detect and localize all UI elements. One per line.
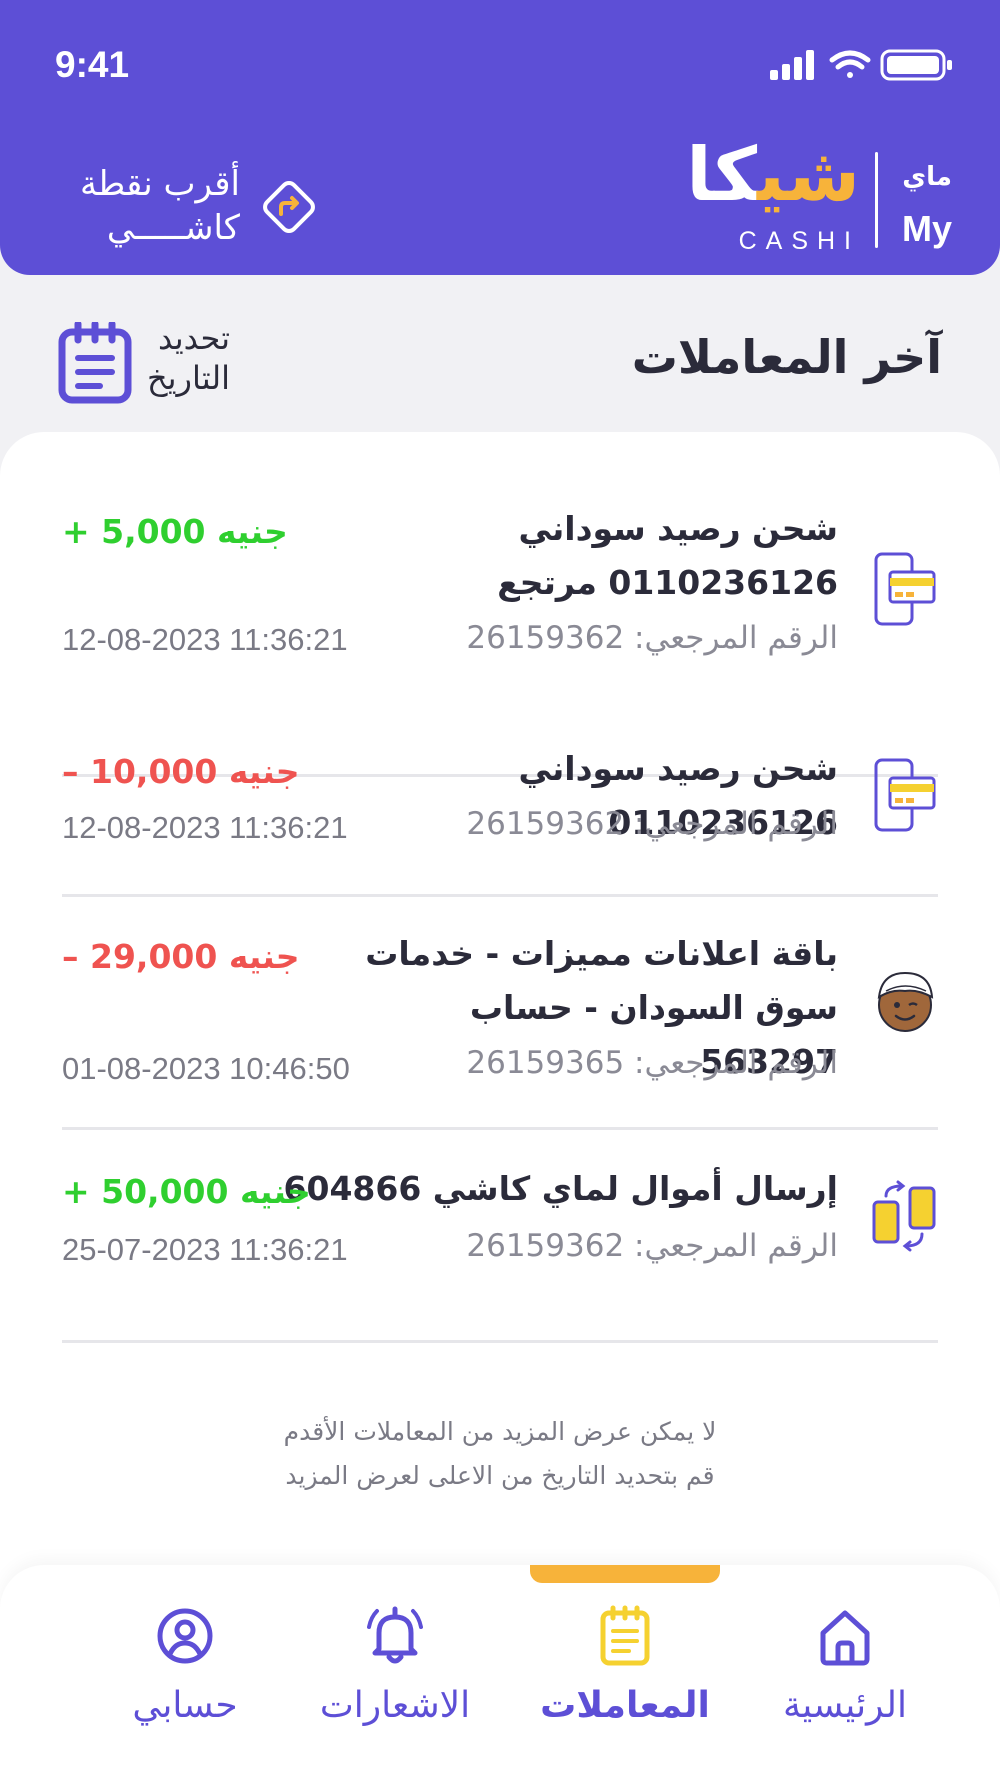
nav-label-home: الرئيسية [783,1685,907,1726]
brand-my-ar: ماي [902,162,952,192]
transaction-reference: الرقم المرجعي: 26159362 [466,806,838,842]
row-divider [62,1127,938,1130]
user-circle-icon [157,1608,213,1664]
nav-item-notifications[interactable]: الاشعارات [295,1605,495,1755]
notice-line-2: قم بتحديد التاريخ من الاعلى لعرض المزيد [285,1461,715,1490]
notice-line-1: لا يمكن عرض المزيد من المعاملات الأقدم [283,1417,717,1446]
transaction-description: شحن رصيد سوداني 0110236126 مرتجع [497,509,838,602]
active-tab-indicator [530,1565,720,1583]
nav-item-home[interactable]: الرئيسية [745,1605,945,1755]
transaction-amount: – 29,000 جنيه [62,937,300,976]
nearest-point-button[interactable]: أقرب نقطة كاشـــــي [60,162,320,252]
brand-cashi-ar-white: كا [686,132,758,218]
signal-icon [770,50,814,80]
mobile-card-icon [874,758,936,832]
transaction-datetime: 12-08-2023 11:36:21 [62,622,348,657]
brand-cashi-en: CASHI [738,227,860,255]
bell-icon [367,1606,423,1664]
battery-icon [880,49,952,81]
wifi-icon [829,50,871,78]
transaction-row[interactable]: إرسال أموال لماي كاشي 604866 + 50,000 جن… [62,1162,938,1343]
transaction-amount: – 10,000 جنيه [62,752,300,791]
transaction-datetime: 12-08-2023 11:36:21 [62,810,348,845]
transaction-description: إرسال أموال لماي كاشي 604866 [283,1169,838,1208]
no-more-notice: لا يمكن عرض المزيد من المعاملات الأقدم ق… [0,1410,1000,1498]
clipboard-icon [600,1605,650,1666]
row-divider [62,894,938,897]
brand-my-en: My [901,208,952,249]
mobile-card-icon [874,552,936,626]
transaction-datetime: 25-07-2023 11:36:21 [62,1232,348,1267]
bottom-nav: الرئيسية المعاملات الاشعارات حسابي [0,1565,1000,1778]
logo-divider [875,152,878,248]
nav-label-account: حسابي [132,1685,238,1726]
app-header: 9:41 ماي My شيكا CASHI أقرب نقطة كاشــــ… [0,0,1000,275]
brand-cashi-ar-yellow: شي [757,132,860,218]
phone-transfer-icon [872,1180,936,1252]
transaction-reference: الرقم المرجعي: 26159365 [466,1045,838,1081]
transaction-row[interactable]: شحن رصيد سوداني 0110236126 مرتجع + 5,000… [62,502,938,777]
status-time: 9:41 [55,44,130,85]
brand-cashi-ar: شيكا [686,138,860,212]
nav-label-transactions: المعاملات [540,1685,710,1726]
nav-item-account[interactable]: حسابي [85,1605,285,1755]
transaction-datetime: 01-08-2023 10:46:50 [62,1051,350,1086]
directions-icon [263,181,315,233]
nav-label-notifications: الاشعارات [319,1685,471,1726]
home-icon [820,1610,870,1666]
row-divider [62,1340,938,1343]
date-filter-button[interactable]: تحديد التاريخ [58,318,248,408]
transaction-amount: + 5,000 جنيه [62,512,288,551]
page-title: آخر المعاملات [631,330,942,384]
nearest-point-label: أقرب نقطة كاشـــــي [79,164,240,248]
transaction-amount: + 50,000 جنيه [62,1172,311,1211]
calendar-icon [58,322,132,404]
transaction-reference: الرقم المرجعي: 26159362 [466,1228,838,1264]
transaction-row[interactable]: باقة اعلانات مميزات - خدمات سوق السودان … [62,927,938,1130]
status-icons [770,49,952,81]
nav-item-transactions[interactable]: المعاملات [525,1605,725,1755]
souq-mascot-icon [877,971,934,1032]
transaction-reference: الرقم المرجعي: 26159362 [466,620,838,656]
transaction-row[interactable]: شحن رصيد سوداني 0110236126 – 10,000 جنيه… [62,742,938,897]
